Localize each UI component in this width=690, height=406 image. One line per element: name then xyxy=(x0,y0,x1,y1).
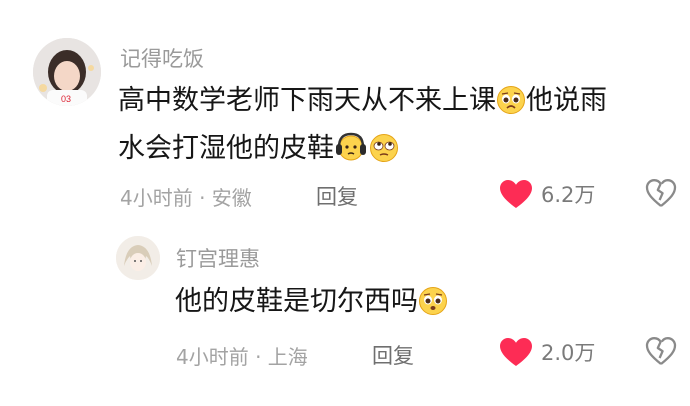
like-button[interactable]: 6.2万 xyxy=(499,179,595,209)
broken-heart-icon xyxy=(645,179,677,207)
comment-text-line2: 水会打湿他的皮鞋 xyxy=(118,133,334,164)
avatar[interactable]: 03 xyxy=(33,38,101,106)
reply-button[interactable]: 回复 xyxy=(372,340,414,370)
comment-text-part2: 他说雨 xyxy=(526,85,607,116)
comment-text: 高中数学老师下雨天从不来上课 他说雨 水会打湿他的皮鞋 xyxy=(118,80,678,176)
heart-icon xyxy=(500,180,532,208)
pleading-face-icon xyxy=(418,286,448,329)
dislike-button[interactable] xyxy=(645,178,677,212)
reply-text-content: 他的皮鞋是切尔西吗 xyxy=(175,286,418,317)
heart-icon xyxy=(500,338,532,366)
headphones-face-icon xyxy=(334,131,368,176)
reply-button[interactable]: 回复 xyxy=(316,181,358,211)
reply-username[interactable]: 钉宫理惠 xyxy=(176,243,260,273)
dislike-button[interactable] xyxy=(645,336,677,370)
like-count: 6.2万 xyxy=(541,183,596,207)
svg-text:03: 03 xyxy=(61,94,71,104)
like-button[interactable]: 2.0万 xyxy=(499,337,595,367)
avatar[interactable] xyxy=(116,236,160,280)
rolling-eyes-face-icon xyxy=(368,133,400,176)
reply-meta: 4小时前 · 上海 xyxy=(176,345,308,369)
broken-heart-icon xyxy=(645,337,677,365)
reply-text: 他的皮鞋是切尔西吗 xyxy=(175,281,448,329)
like-count: 2.0万 xyxy=(541,341,596,365)
comment-meta: 4小时前 · 安徽 xyxy=(120,186,252,210)
pleading-face-icon xyxy=(496,85,526,128)
comment-text-part1: 高中数学老师下雨天从不来上课 xyxy=(118,85,496,116)
comment-username[interactable]: 记得吃饭 xyxy=(120,43,204,73)
